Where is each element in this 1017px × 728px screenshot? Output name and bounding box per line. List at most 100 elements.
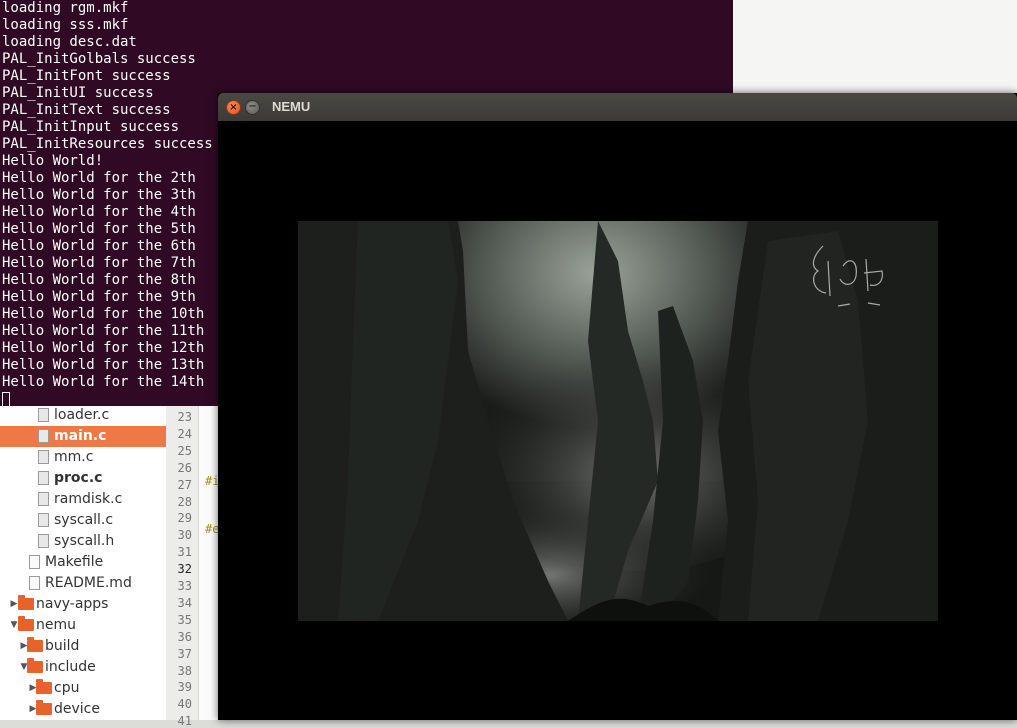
tree-item-label: Makefile xyxy=(45,554,104,570)
tree-item-label: mm.c xyxy=(54,449,94,465)
tree-file-item[interactable]: Makefile xyxy=(0,552,166,573)
line-number: 32 xyxy=(177,562,192,577)
tree-item-label: nemu xyxy=(36,617,76,633)
line-number: 29 xyxy=(177,511,192,526)
tree-file-item[interactable]: mm.c xyxy=(0,447,166,468)
window-title: NEMU xyxy=(272,99,311,114)
terminal-line: Hello World for the 9th xyxy=(2,289,196,305)
file-icon xyxy=(38,492,49,506)
file-icon xyxy=(38,513,49,527)
tree-file-item[interactable]: proc.c xyxy=(0,468,166,489)
terminal-line: Hello World for the 6th xyxy=(2,238,196,254)
terminal-line: PAL_InitGolbals success xyxy=(2,51,196,67)
file-icon xyxy=(38,534,49,548)
terminal-line: PAL_InitText success xyxy=(2,102,171,118)
tree-item-label: ramdisk.c xyxy=(54,491,123,507)
folder-icon xyxy=(36,679,52,694)
terminal-line: loading desc.dat xyxy=(2,34,137,50)
file-icon xyxy=(38,471,49,485)
terminal-line: Hello World for the 12th xyxy=(2,340,205,356)
tree-folder-item[interactable]: ▼ nemu xyxy=(0,615,166,636)
line-number: 40 xyxy=(177,697,192,712)
folder-icon xyxy=(27,658,43,673)
tree-file-item[interactable]: syscall.h xyxy=(0,531,166,552)
terminal-line: Hello World for the 2th xyxy=(2,170,196,186)
tree-file-item[interactable]: main.c xyxy=(0,426,166,447)
tree-item-label: syscall.h xyxy=(54,533,115,549)
mountain-scene-image xyxy=(298,221,938,621)
tree-file-item[interactable]: ramdisk.c xyxy=(0,489,166,510)
terminal-line: Hello World for the 13th xyxy=(2,357,205,373)
close-icon: × xyxy=(229,102,238,113)
line-number: 25 xyxy=(177,443,192,458)
line-number: 38 xyxy=(177,663,192,678)
terminal-line: Hello World! xyxy=(2,153,104,169)
tree-item-label: proc.c xyxy=(54,470,103,486)
line-number: 37 xyxy=(177,646,192,661)
line-number: 26 xyxy=(177,460,192,475)
terminal-line: Hello World for the 11th xyxy=(2,323,205,339)
line-number: 27 xyxy=(177,477,192,492)
line-number: 36 xyxy=(177,629,192,644)
tree-item-label: cpu xyxy=(54,680,80,696)
tree-folder-item[interactable]: ▼ include xyxy=(0,657,166,678)
tree-item-label: include xyxy=(45,659,96,675)
line-number: 24 xyxy=(177,426,192,441)
tree-file-item[interactable]: README.md xyxy=(0,573,166,594)
tree-folder-item[interactable]: ▶ cpu xyxy=(0,678,166,699)
folder-icon xyxy=(18,616,34,631)
window-titlebar[interactable]: × − NEMU xyxy=(218,93,1017,121)
line-number: 31 xyxy=(177,545,192,560)
line-number: 41 xyxy=(177,714,192,728)
game-screen[interactable] xyxy=(298,221,938,621)
terminal-line: PAL_InitInput success xyxy=(2,119,180,135)
code-view[interactable] xyxy=(199,405,219,720)
file-icon xyxy=(29,576,40,590)
terminal-line: Hello World for the 14th xyxy=(2,374,205,390)
terminal-line: Hello World for the 7th xyxy=(2,255,196,271)
terminal-line: Hello World for the 4th xyxy=(2,204,196,220)
tree-item-label: loader.c xyxy=(54,407,110,423)
nemu-window[interactable]: × − NEMU xyxy=(218,93,1017,720)
file-icon xyxy=(29,555,40,569)
line-number: 23 xyxy=(177,410,192,424)
line-number-gutter: 23 24 25 26 27 28 29 30 31 32 33 34 35 36 37 38 39 40 41 xyxy=(170,405,198,728)
tree-item-label: navy-apps xyxy=(36,596,109,612)
file-icon xyxy=(38,429,49,443)
terminal-line: loading sss.mkf xyxy=(2,17,129,33)
line-number: 33 xyxy=(177,579,192,593)
tree-folder-item[interactable]: ▶ device xyxy=(0,699,166,720)
terminal-line: PAL_InitFont success xyxy=(2,68,171,84)
folder-icon xyxy=(27,637,43,652)
tree-file-item[interactable]: syscall.c xyxy=(0,510,166,531)
tree-folder-item[interactable]: ▶ navy-apps xyxy=(0,594,166,615)
line-number: 34 xyxy=(177,595,192,610)
file-icon xyxy=(38,408,49,422)
minimize-icon: − xyxy=(248,101,257,112)
tree-item-label: device xyxy=(54,701,100,717)
folder-icon xyxy=(18,595,34,610)
terminal-line: Hello World for the 3th xyxy=(2,187,196,203)
folder-icon xyxy=(36,700,52,715)
line-number: 39 xyxy=(177,680,192,695)
line-number: 35 xyxy=(177,612,192,627)
minimize-button[interactable]: − xyxy=(245,100,260,115)
tree-item-label: README.md xyxy=(45,575,132,591)
terminal-line: PAL_InitResources success xyxy=(2,136,213,152)
file-tree-sidebar: loader.c main.c mm.c proc.c ramdisk.c syscall… xyxy=(0,405,167,720)
line-number: 30 xyxy=(177,528,192,543)
tree-folder-item[interactable]: ▶ build xyxy=(0,636,166,657)
tree-item-label: build xyxy=(45,638,80,654)
terminal-line: Hello World for the 5th xyxy=(2,221,196,237)
terminal-line: Hello World for the 8th xyxy=(2,272,196,288)
tree-item-label: main.c xyxy=(54,428,107,444)
terminal-line: PAL_InitUI success xyxy=(2,85,154,101)
close-button[interactable]: × xyxy=(226,100,241,115)
terminal-line: loading rgm.mkf xyxy=(2,0,129,16)
terminal-cursor xyxy=(2,392,10,406)
terminal-line: Hello World for the 10th xyxy=(2,306,205,322)
tree-item-label: syscall.c xyxy=(54,512,114,528)
tree-file-item[interactable]: loader.c xyxy=(0,405,166,426)
line-number: 28 xyxy=(177,494,192,509)
file-icon xyxy=(38,450,49,464)
